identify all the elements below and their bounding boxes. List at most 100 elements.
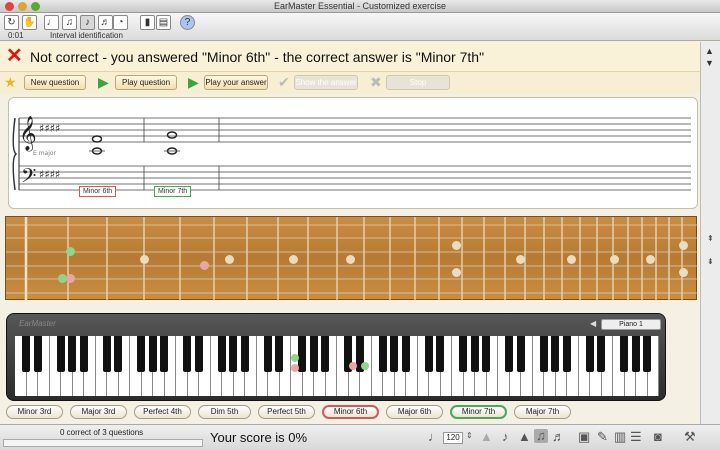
piano-keys[interactable] bbox=[15, 336, 659, 396]
black-key[interactable] bbox=[229, 336, 238, 372]
black-key[interactable] bbox=[390, 336, 399, 372]
help-icon[interactable]: ? bbox=[180, 15, 195, 30]
play-question-button[interactable]: Play question bbox=[115, 75, 177, 90]
metronome-note-icon: ♩ bbox=[428, 429, 441, 444]
chart-icon[interactable]: ▤ bbox=[156, 15, 171, 30]
black-key[interactable] bbox=[631, 336, 640, 372]
black-key[interactable] bbox=[516, 336, 525, 372]
black-key[interactable] bbox=[470, 336, 479, 372]
fretboard-note-answered bbox=[200, 261, 209, 270]
new-question-button[interactable]: New question bbox=[24, 75, 86, 90]
answer-button[interactable]: Major 7th bbox=[514, 405, 571, 419]
rhythm-icon[interactable]: ◔ bbox=[113, 15, 128, 30]
fret-marker bbox=[452, 268, 461, 277]
volume-icon[interactable]: ▲ bbox=[518, 429, 531, 444]
black-key[interactable] bbox=[22, 336, 31, 372]
black-key[interactable] bbox=[321, 336, 330, 372]
black-key[interactable] bbox=[148, 336, 157, 372]
black-key[interactable] bbox=[240, 336, 249, 372]
play-answer-icon: ▶ bbox=[188, 74, 199, 90]
tempo-stepper-icon[interactable]: ⇕ bbox=[466, 431, 473, 440]
show-answer-button[interactable]: Show the answer bbox=[294, 75, 358, 90]
fret-marker bbox=[567, 255, 576, 264]
right-scrollbar[interactable]: ▲ ▼ ⇞ ⇟ bbox=[700, 42, 720, 424]
black-key[interactable] bbox=[505, 336, 514, 372]
tuning-icon[interactable]: ♪ bbox=[502, 429, 509, 444]
sheet-icon[interactable]: ♬ bbox=[552, 429, 565, 444]
black-key[interactable] bbox=[597, 336, 606, 372]
main-toolbar: ↻ ✋ ♩ ♫ ♪ ♬ ◔ ▮ ▤ ? 0:01 Interval identi… bbox=[0, 13, 720, 41]
answer-button[interactable]: Major 3rd bbox=[70, 405, 127, 419]
black-key[interactable] bbox=[562, 336, 571, 372]
black-key[interactable] bbox=[114, 336, 123, 372]
metronome-icon[interactable]: ▲ bbox=[480, 429, 493, 444]
scroll-up-icon[interactable]: ▲ bbox=[705, 46, 714, 56]
mic-icon[interactable]: ▣ bbox=[578, 429, 590, 445]
black-key[interactable] bbox=[194, 336, 203, 372]
staff-icon[interactable]: ☰ bbox=[630, 429, 642, 445]
black-key[interactable] bbox=[551, 336, 560, 372]
black-key[interactable] bbox=[275, 336, 284, 372]
black-key[interactable] bbox=[33, 336, 42, 372]
fret-marker bbox=[679, 268, 688, 277]
play-your-answer-button[interactable]: Play your answer bbox=[204, 75, 268, 90]
black-key[interactable] bbox=[482, 336, 491, 372]
fretboard-note-answered bbox=[66, 274, 75, 283]
fret-marker bbox=[452, 241, 461, 250]
answer-button[interactable]: Minor 6th bbox=[322, 405, 379, 419]
scale-icon[interactable]: ♪ bbox=[80, 15, 95, 30]
black-key[interactable] bbox=[79, 336, 88, 372]
black-key[interactable] bbox=[436, 336, 445, 372]
black-key[interactable] bbox=[217, 336, 226, 372]
black-key[interactable] bbox=[137, 336, 146, 372]
statistics-icon[interactable]: ▮ bbox=[140, 15, 155, 30]
scroll-down-icon[interactable]: ▼ bbox=[705, 58, 714, 68]
progress-text: 0 correct of 3 questions bbox=[60, 428, 144, 437]
answer-button[interactable]: Major 6th bbox=[386, 405, 443, 419]
black-key[interactable] bbox=[401, 336, 410, 372]
interval-icon[interactable]: ♩ bbox=[44, 15, 59, 30]
black-key[interactable] bbox=[585, 336, 594, 372]
melody-icon[interactable]: ♬ bbox=[98, 15, 113, 30]
tempo-field[interactable]: 120 bbox=[443, 432, 463, 444]
fret-down-icon[interactable]: ⇟ bbox=[707, 257, 714, 266]
black-key[interactable] bbox=[183, 336, 192, 372]
answer-button[interactable]: Minor 3rd bbox=[6, 405, 63, 419]
instrument-prev-icon[interactable]: ◀ bbox=[590, 319, 596, 328]
answer-button[interactable]: Perfect 4th bbox=[134, 405, 191, 419]
notation-icon[interactable]: ♫ bbox=[534, 429, 548, 443]
hand-icon[interactable]: ✋ bbox=[22, 15, 37, 30]
svg-text:♯♯♯♯: ♯♯♯♯ bbox=[39, 122, 60, 135]
title-bar: EarMaster Essential - Customized exercis… bbox=[0, 0, 720, 13]
piano-icon[interactable]: ▥ bbox=[614, 429, 626, 445]
black-key[interactable] bbox=[643, 336, 652, 372]
black-key[interactable] bbox=[424, 336, 433, 372]
midi-icon[interactable]: ◙ bbox=[654, 429, 662, 444]
key-note-root bbox=[291, 354, 299, 362]
black-key[interactable] bbox=[160, 336, 169, 372]
black-key[interactable] bbox=[298, 336, 307, 372]
black-key[interactable] bbox=[539, 336, 548, 372]
timer-icon[interactable]: ↻ bbox=[4, 15, 19, 30]
guitar-icon[interactable]: ✎ bbox=[597, 429, 608, 445]
correct-interval-label: Minor 7th bbox=[154, 186, 192, 197]
answer-button[interactable]: Minor 7th bbox=[450, 405, 507, 419]
instrument-select[interactable]: Piano 1 bbox=[601, 319, 661, 330]
progress-bar bbox=[3, 439, 203, 447]
chord-icon[interactable]: ♫ bbox=[62, 15, 77, 30]
answer-button[interactable]: Dim 5th bbox=[198, 405, 251, 419]
black-key[interactable] bbox=[102, 336, 111, 372]
black-key[interactable] bbox=[620, 336, 629, 372]
black-key[interactable] bbox=[459, 336, 468, 372]
fret-up-icon[interactable]: ⇞ bbox=[707, 234, 714, 243]
black-key[interactable] bbox=[68, 336, 77, 372]
settings-icon[interactable]: ⚒ bbox=[684, 429, 696, 445]
black-key[interactable] bbox=[309, 336, 318, 372]
black-key[interactable] bbox=[56, 336, 65, 372]
answer-button[interactable]: Perfect 5th bbox=[258, 405, 315, 419]
stop-button[interactable]: Stop bbox=[386, 75, 450, 90]
black-key[interactable] bbox=[263, 336, 272, 372]
guitar-fretboard[interactable] bbox=[5, 216, 698, 301]
black-key[interactable] bbox=[378, 336, 387, 372]
fret-marker bbox=[516, 255, 525, 264]
